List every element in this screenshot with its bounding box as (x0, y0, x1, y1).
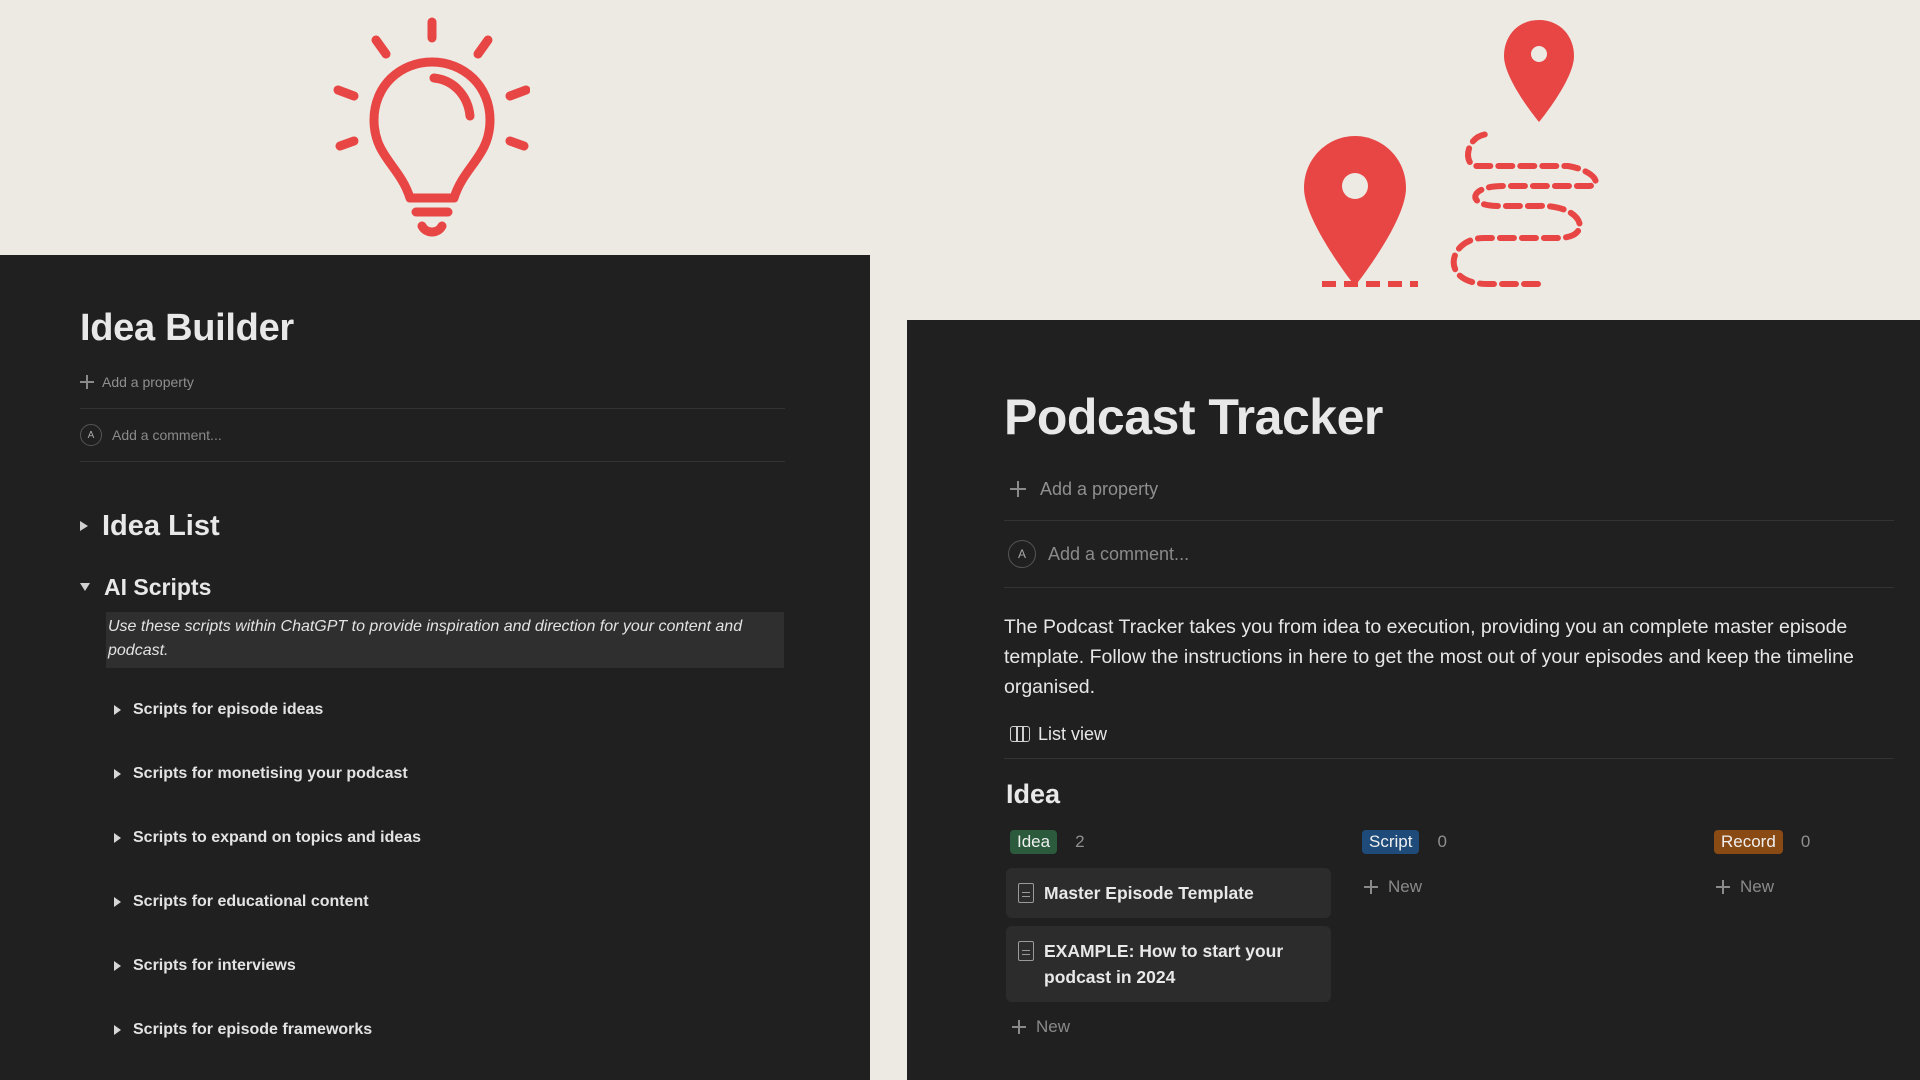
toggle-collapsed-icon[interactable] (114, 705, 121, 715)
plus-icon (1364, 880, 1378, 894)
view-selector[interactable]: List view (1004, 720, 1894, 748)
toggle-heading-label: AI Scripts (104, 573, 212, 600)
plus-icon (1010, 481, 1026, 497)
status-tag[interactable]: Idea (1010, 830, 1058, 854)
page-icon (1018, 941, 1034, 961)
new-card-label: New (1388, 877, 1423, 896)
toggle-heading-label: Idea List (102, 509, 220, 542)
add-comment-placeholder: Add a comment... (112, 427, 222, 443)
add-comment-field[interactable]: A Add a comment... (1004, 521, 1894, 587)
new-card-button[interactable]: New (1004, 1012, 1334, 1042)
toggle-collapsed-icon[interactable] (114, 833, 121, 843)
board-column-idea: Idea 2 Master Episode Template EXAMPLE: … (1004, 828, 1334, 1042)
new-card-button[interactable]: New (1708, 872, 1888, 902)
ai-scripts-callout: Use these scripts within ChatGPT to prov… (106, 612, 784, 668)
divider (1004, 758, 1894, 759)
divider (1004, 587, 1894, 588)
board-view-icon (1010, 726, 1030, 742)
page-icon (1018, 883, 1034, 903)
board-card[interactable]: EXAMPLE: How to start your podcast in 20… (1006, 926, 1331, 1002)
board: Idea 2 Master Episode Template EXAMPLE: … (1004, 828, 1894, 1080)
group-heading: Idea (1006, 779, 1061, 809)
toggle-script-item[interactable]: Scripts for episode frameworks (114, 998, 785, 1062)
toggle-script-item[interactable]: Scripts to expand on topics and ideas (114, 806, 785, 870)
card-title: Master Episode Template (1044, 883, 1254, 903)
script-item-label: Scripts for educational content (133, 893, 369, 910)
script-item-label: Scripts for monetising your podcast (133, 765, 408, 782)
status-tag[interactable]: Script (1362, 830, 1420, 854)
script-item-label: Scripts for episode frameworks (133, 1021, 373, 1038)
toggle-script-item[interactable]: Scripts for episode ideas (114, 678, 785, 742)
plus-icon (1012, 1020, 1026, 1034)
column-count: 0 (1437, 832, 1447, 851)
add-property-label: Add a property (102, 374, 194, 390)
board-column-script: Script 0 New (1356, 828, 1686, 902)
new-card-label: New (1036, 1017, 1071, 1036)
avatar: A (1008, 540, 1036, 568)
toggle-collapsed-icon[interactable] (80, 521, 88, 531)
page-title: Podcast Tracker (1004, 389, 1383, 445)
divider (80, 461, 785, 462)
toggle-script-item[interactable]: Scripts for interviews (114, 934, 785, 998)
add-comment-field[interactable]: A Add a comment... (80, 409, 785, 461)
page-title: Idea Builder (80, 307, 294, 349)
board-column-record: Record 0 New (1708, 828, 1888, 902)
toggle-script-item[interactable]: Scripts for educational content (114, 870, 785, 934)
add-property-label: Add a property (1040, 478, 1159, 499)
toggle-collapsed-icon[interactable] (114, 897, 121, 907)
script-item-label: Scripts for episode ideas (133, 701, 324, 718)
page-description: The Podcast Tracker takes you from idea … (1004, 616, 1854, 698)
script-item-label: Scripts for interviews (133, 957, 296, 974)
script-item-label: Scripts to expand on topics and ideas (133, 829, 422, 846)
new-card-label: New (1740, 877, 1775, 896)
card-title: EXAMPLE: How to start your podcast in 20… (1044, 941, 1284, 987)
toggle-idea-list[interactable]: Idea List (80, 506, 785, 546)
toggle-collapsed-icon[interactable] (114, 961, 121, 971)
idea-builder-page: Idea Builder Add a property A Add a comm… (0, 255, 870, 1080)
toggle-collapsed-icon[interactable] (114, 769, 121, 779)
new-card-button[interactable]: New (1356, 872, 1686, 902)
map-route-icon (1304, 20, 1599, 287)
plus-icon (80, 375, 94, 389)
board-card[interactable]: Master Episode Template (1006, 868, 1331, 918)
toggle-script-item[interactable]: Scripts for monetising your podcast (114, 742, 785, 806)
column-count: 0 (1800, 832, 1811, 851)
avatar: A (80, 424, 102, 446)
plus-icon (1716, 880, 1730, 894)
podcast-tracker-page: Podcast Tracker Add a property A Add a c… (907, 320, 1920, 1080)
add-property-button[interactable]: Add a property (80, 372, 785, 392)
add-comment-placeholder: Add a comment... (1048, 543, 1190, 564)
view-label: List view (1038, 723, 1108, 744)
add-property-button[interactable]: Add a property (1004, 476, 1894, 502)
scripts-list: Scripts for episode ideas Scripts for mo… (80, 678, 785, 1062)
lightbulb-icon (333, 17, 530, 237)
status-tag[interactable]: Record (1714, 830, 1783, 854)
toggle-expanded-icon[interactable] (80, 583, 90, 591)
toggle-ai-scripts[interactable]: AI Scripts (80, 570, 785, 604)
toggle-collapsed-icon[interactable] (114, 1025, 121, 1035)
column-count: 2 (1075, 832, 1085, 851)
